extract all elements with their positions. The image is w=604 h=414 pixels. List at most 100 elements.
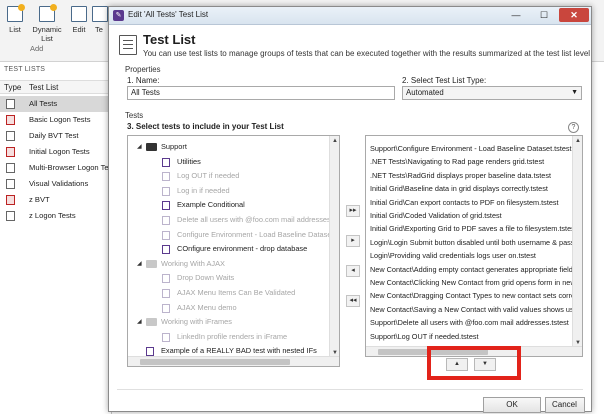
test-list-icon xyxy=(6,211,15,221)
selected-test-item[interactable]: Initial Grid\Coded Validation of grid.ts… xyxy=(370,209,502,223)
tree-item-label: Utilities xyxy=(177,156,201,166)
dialog-title: Edit 'All Tests' Test List xyxy=(128,10,209,19)
selected-test-item[interactable]: New Contact\Adding empty contact generat… xyxy=(370,263,579,277)
selected-test-item[interactable]: New Contact\Clicking New Contact from gr… xyxy=(370,276,576,290)
test-icon xyxy=(162,303,170,313)
tree-item-label: Log OUT if needed xyxy=(177,171,240,181)
selected-test-item[interactable]: Support\Configure Environment - Load Bas… xyxy=(370,142,572,156)
folder-icon xyxy=(146,318,157,327)
minimize-button[interactable]: — xyxy=(503,8,529,22)
test-list-item[interactable]: All Tests xyxy=(0,96,112,112)
cancel-button[interactable]: Cancel xyxy=(545,397,585,413)
scroll-thumb[interactable] xyxy=(140,359,290,365)
selected-test-item[interactable]: Login\Login Submit button disabled until… xyxy=(370,236,580,250)
test-list-item[interactable]: Multi-Browser Logon Tes xyxy=(0,160,112,176)
selected-test-item[interactable]: Initial Grid\Exporting Grid to PDF saves… xyxy=(370,222,577,236)
selected-test-item[interactable]: Initial Grid\Can export contacts to PDF … xyxy=(370,196,559,210)
selected-test-item[interactable]: New Contact\Saving a New Contact with va… xyxy=(370,303,580,317)
header-description: You can use test lists to manage groups … xyxy=(143,49,591,58)
list-icon xyxy=(7,4,25,22)
test-icon xyxy=(162,186,170,196)
name-field[interactable]: All Tests xyxy=(127,86,395,100)
ribbon-group-label: Add xyxy=(30,44,44,53)
tree-item-label: AJAX Menu Items Can Be Validated xyxy=(177,288,296,297)
test-list-icon xyxy=(6,99,15,109)
scroll-up-icon[interactable]: ▲ xyxy=(330,136,339,146)
selected-test-item[interactable]: .NET Tests\RadGrid displays proper basel… xyxy=(370,169,551,183)
select-tests-label: 3. Select tests to include in your Test … xyxy=(127,122,284,131)
type-label: 2. Select Test List Type: xyxy=(402,76,487,85)
test-list-item[interactable]: Visual Validations xyxy=(0,176,112,192)
app-icon: ✎ xyxy=(113,10,124,21)
test-list-item[interactable]: z Logon Tests xyxy=(0,208,112,224)
selected-test-item[interactable]: New Contact\Dragging Contact Types to ne… xyxy=(370,289,581,303)
test-list-item[interactable]: Basic Logon Tests xyxy=(0,112,112,128)
test-list-item[interactable]: Daily BVT Test xyxy=(0,128,112,144)
tree-horizontal-scrollbar[interactable] xyxy=(128,356,339,366)
test-list-icon xyxy=(6,179,15,189)
test-lists-pane: TEST LISTS Type Test List All Tests Basi… xyxy=(0,62,112,414)
test-icon xyxy=(162,230,170,240)
test-icon xyxy=(162,332,170,342)
test-icon xyxy=(162,245,170,255)
selected-test-item[interactable]: Support\Delete all users with @foo.com m… xyxy=(370,316,569,330)
maximize-button[interactable]: ☐ xyxy=(531,8,557,22)
test-lists-header: Type Test List xyxy=(0,80,112,94)
test-list-icon xyxy=(6,131,15,141)
edit-test-list-dialog: ✎ Edit 'All Tests' Test List — ☐ ✕ Test … xyxy=(108,6,592,413)
test-list-icon xyxy=(6,115,15,125)
remove-all-button[interactable]: ◂◂ xyxy=(346,295,360,307)
add-all-button[interactable]: ▸▸ xyxy=(346,205,360,217)
available-tests-tree[interactable]: ◢ Support Utilities Log OUT if needed Log in… xyxy=(127,135,340,367)
move-down-button[interactable]: ▼ xyxy=(474,358,496,371)
remove-selected-button[interactable]: ◂ xyxy=(346,265,360,277)
close-button[interactable]: ✕ xyxy=(559,8,589,22)
list-button[interactable]: List xyxy=(4,4,26,50)
tree-item-label: Delete all users with @foo.com mail addr… xyxy=(177,215,331,224)
tests-label: Tests xyxy=(125,111,144,120)
tree-item-label: Working With AJAX xyxy=(161,258,225,268)
tree-item-label: Log in if needed xyxy=(177,185,230,195)
test-list-type-select[interactable]: Automated ▼ xyxy=(402,86,582,100)
col-test-list[interactable]: Test List xyxy=(29,83,58,92)
dynamic-list-icon xyxy=(39,4,57,22)
tree-item-label: COnfigure environment - drop database xyxy=(177,244,308,254)
selected-test-item[interactable]: Initial Grid\Baseline data in grid displ… xyxy=(370,182,548,196)
col-type[interactable]: Type xyxy=(4,83,21,92)
help-icon[interactable]: ? xyxy=(568,122,579,133)
test-list-icon xyxy=(6,147,15,157)
test-icon xyxy=(162,172,170,182)
test-list-icon xyxy=(119,35,137,55)
test-list-item[interactable]: Initial Logon Tests xyxy=(0,144,112,160)
properties-label: Properties xyxy=(125,65,161,74)
test-icon xyxy=(162,157,170,167)
expand-icon[interactable]: ◢ xyxy=(137,315,142,329)
ok-button[interactable]: OK xyxy=(483,397,541,413)
te-button[interactable]: Te xyxy=(92,4,108,50)
test-icon xyxy=(162,201,170,211)
test-icon xyxy=(162,289,170,298)
tree-item-label: Support xyxy=(161,142,187,151)
dialog-titlebar[interactable]: ✎ Edit 'All Tests' Test List — ☐ ✕ xyxy=(109,7,591,25)
expand-icon[interactable]: ◢ xyxy=(137,257,142,271)
selected-test-item[interactable]: .NET Tests\Navigating to Rad page render… xyxy=(370,155,544,169)
move-up-button[interactable]: ▲ xyxy=(446,358,468,371)
scroll-up-icon[interactable]: ▲ xyxy=(573,136,582,146)
tree-item-label: Example Conditional xyxy=(177,200,245,210)
test-icon xyxy=(162,274,170,284)
edit-button[interactable]: Edit xyxy=(70,4,88,50)
test-list-icon xyxy=(6,163,15,173)
tree-vertical-scrollbar[interactable]: ▲ ▼ xyxy=(329,136,339,358)
tree-item-label: Working with iFrames xyxy=(161,317,232,327)
chevron-down-icon: ▼ xyxy=(571,89,578,96)
test-list-item[interactable]: z BVT xyxy=(0,192,112,208)
list-vertical-scrollbar[interactable]: ▲ ▼ xyxy=(572,136,582,348)
expand-icon[interactable]: ◢ xyxy=(137,140,142,154)
tree-item-label: Drop Down Waits xyxy=(177,273,235,283)
add-selected-button[interactable]: ▸ xyxy=(346,235,360,247)
selected-test-item[interactable]: Support\Log OUT if needed.tstest xyxy=(370,330,479,344)
selected-tests-list[interactable]: Support\Configure Environment - Load Bas… xyxy=(365,135,583,357)
selected-test-item[interactable]: Login\Providing valid credentials logs u… xyxy=(370,249,536,263)
edit-icon xyxy=(71,6,87,22)
test-lists-title: TEST LISTS xyxy=(4,66,46,73)
